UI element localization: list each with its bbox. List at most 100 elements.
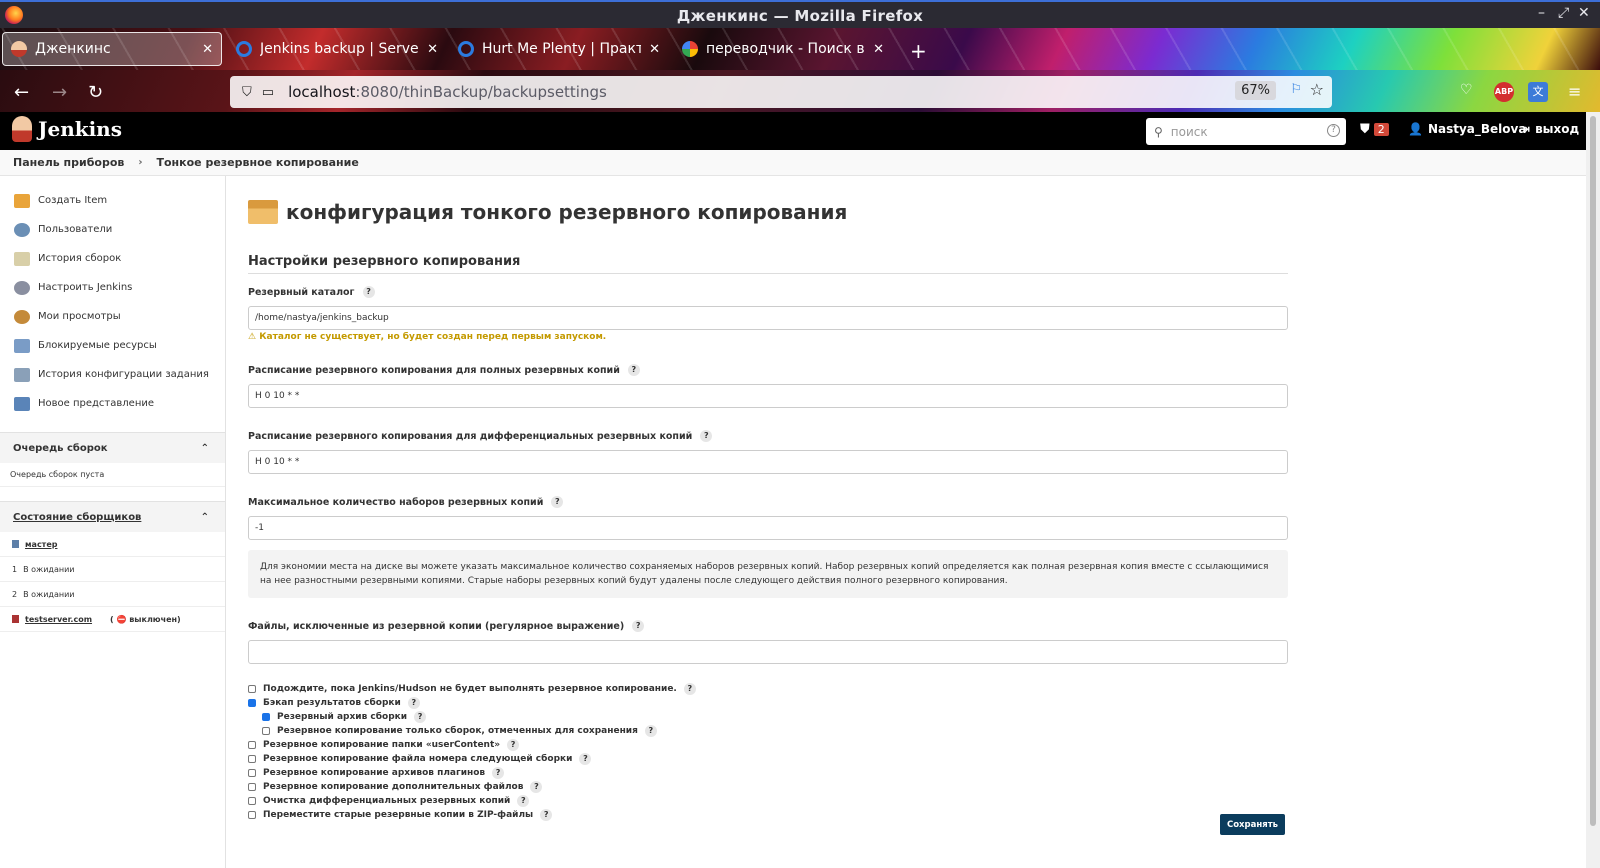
option-checkbox-row[interactable]: Резервный архив сборки? [248, 710, 1288, 724]
bookmark-star-icon[interactable]: ☆ [1310, 80, 1324, 99]
max-sets-input[interactable]: -1 [248, 516, 1288, 540]
option-checkbox-row[interactable]: Очистка дифференциальных резервных копий… [248, 794, 1288, 808]
page-info-icon[interactable]: ▭ [262, 85, 274, 100]
build-queue-header[interactable]: Очередь сборок ⌃ [0, 433, 225, 463]
sidebar-item-new-view[interactable]: Новое представление [0, 389, 225, 418]
diff-schedule-input[interactable]: H 0 10 * * [248, 450, 1288, 474]
close-tab-icon[interactable]: ✕ [202, 42, 213, 57]
alerts[interactable]: ⛊ 2 [1360, 122, 1389, 137]
maximize-icon[interactable]: ⤢ [1558, 5, 1569, 21]
option-checkbox-row[interactable]: Резервное копирование дополнительных фай… [248, 780, 1288, 794]
checkbox-unchecked[interactable] [248, 755, 256, 763]
sidebar-item-users[interactable]: Пользователи [0, 215, 225, 244]
folder-icon [14, 396, 30, 411]
tab-jenkins-backup[interactable]: Jenkins backup | Server a ✕ [228, 32, 446, 66]
sidebar-item-job-config-history[interactable]: История конфигурации задания [0, 360, 225, 389]
jenkins-logo[interactable]: Jenkins [12, 116, 122, 142]
logout-link[interactable]: ⇥ выход [1520, 122, 1579, 136]
option-checkbox-row[interactable]: Резервное копирование архивов плагинов? [248, 766, 1288, 780]
option-checkbox-row[interactable]: Резервное копирование папки «userContent… [248, 738, 1288, 752]
help-icon[interactable]: ? [414, 711, 427, 723]
search-box[interactable]: ⚲ поиск ? [1146, 118, 1346, 145]
sidebar-item-manage-jenkins[interactable]: Настроить Jenkins [0, 273, 225, 302]
new-tab-icon[interactable]: + [910, 39, 927, 63]
back-icon[interactable]: ← [14, 82, 29, 103]
executors-header[interactable]: Состояние сборщиков ⌃ [0, 502, 225, 532]
save-button[interactable]: Сохранять [1220, 814, 1285, 835]
tab-hurt-me-plenty[interactable]: Hurt Me Plenty | Практи ✕ [450, 32, 668, 66]
close-tab-icon[interactable]: ✕ [649, 42, 660, 57]
executor-master[interactable]: мастер [0, 532, 225, 557]
adblock-icon[interactable]: ABP [1494, 82, 1514, 102]
close-tab-icon[interactable]: ✕ [873, 42, 884, 57]
help-icon[interactable]: ? [362, 286, 375, 298]
tab-label: переводчик - Поиск в G [706, 41, 866, 57]
tab-jenkins[interactable]: Дженкинс ✕ [2, 32, 222, 66]
executors-title[interactable]: Состояние сборщиков [13, 512, 141, 523]
breadcrumb-dashboard[interactable]: Панель приборов [13, 156, 124, 169]
user-views-icon [14, 309, 30, 324]
help-icon[interactable]: ? [700, 430, 713, 442]
checkbox-unchecked[interactable] [248, 741, 256, 749]
help-icon[interactable]: ? [540, 809, 553, 821]
option-label: Очистка дифференциальных резервных копий [263, 796, 511, 806]
full-schedule-label-row: Расписание резервного копирования для по… [248, 364, 1288, 376]
breadcrumb-thinbackup[interactable]: Тонкое резервное копирование [156, 156, 358, 169]
full-schedule-input[interactable]: H 0 10 * * [248, 384, 1288, 408]
checkbox-checked[interactable] [262, 713, 270, 721]
backup-dir-input[interactable]: /home/nastya/jenkins_backup [248, 306, 1288, 330]
reload-icon[interactable]: ↻ [88, 82, 103, 103]
master-link[interactable]: мастер [25, 540, 57, 549]
agent-link[interactable]: testserver.com [25, 615, 92, 624]
option-checkbox-row[interactable]: Переместите старые резервные копии в ZIP… [248, 808, 1288, 822]
search-help-icon[interactable]: ? [1327, 124, 1340, 137]
zoom-level[interactable]: 67% [1235, 81, 1276, 100]
checkbox-unchecked[interactable] [248, 685, 256, 693]
close-window-icon[interactable]: ✕ [1578, 5, 1590, 21]
help-icon[interactable]: ? [517, 795, 530, 807]
tab-google-translate[interactable]: переводчик - Поиск в G ✕ [674, 32, 892, 66]
address-bar[interactable]: ⛉ ▭ localhost:8080/thinBackup/backupsett… [230, 76, 1332, 108]
menu-icon[interactable]: ≡ [1568, 82, 1588, 102]
help-icon[interactable]: ? [492, 767, 505, 779]
collapse-icon[interactable]: ⌃ [201, 443, 209, 454]
option-checkbox-row[interactable]: Подождите, пока Jenkins/Hudson не будет … [248, 682, 1288, 696]
help-icon[interactable]: ? [551, 496, 564, 508]
sidebar-item-build-history[interactable]: История сборок [0, 244, 225, 273]
tab-label: Дженкинс [35, 41, 111, 57]
checkbox-unchecked[interactable] [248, 811, 256, 819]
minimize-icon[interactable]: – [1538, 5, 1545, 21]
option-checkbox-row[interactable]: Бэкап результатов сборки? [248, 696, 1288, 710]
help-icon[interactable]: ? [530, 781, 543, 793]
shield-icon[interactable]: ⛉ [242, 85, 252, 100]
search-input[interactable]: поиск [1171, 125, 1208, 139]
help-icon[interactable]: ? [507, 739, 520, 751]
forward-icon[interactable]: → [52, 82, 67, 103]
translate-icon[interactable]: ⚐ [1290, 82, 1302, 97]
scrollbar-thumb[interactable] [1590, 116, 1596, 826]
checkbox-unchecked[interactable] [248, 783, 256, 791]
help-icon[interactable]: ? [644, 725, 657, 737]
help-icon[interactable]: ? [407, 697, 420, 709]
user-link[interactable]: 👤 Nastya_Belova [1408, 122, 1526, 136]
exclude-input[interactable] [248, 640, 1288, 664]
sidebar-item-new-item[interactable]: Создать Item [0, 186, 225, 215]
user-name: Nastya_Belova [1427, 122, 1527, 136]
sidebar-item-lockable-resources[interactable]: Блокируемые ресурсы [0, 331, 225, 360]
checkbox-unchecked[interactable] [248, 769, 256, 777]
help-icon[interactable]: ? [632, 620, 645, 632]
checkbox-unchecked[interactable] [262, 727, 270, 735]
help-icon[interactable]: ? [683, 683, 696, 695]
scrollbar[interactable] [1586, 112, 1600, 868]
collapse-icon[interactable]: ⌃ [201, 512, 209, 523]
help-icon[interactable]: ? [627, 364, 640, 376]
option-checkbox-row[interactable]: Резервное копирование файла номера следу… [248, 752, 1288, 766]
sidebar-item-my-views[interactable]: Мои просмотры [0, 302, 225, 331]
translate-extension-icon[interactable]: 文 [1528, 82, 1548, 102]
pocket-icon[interactable]: ♡ [1460, 82, 1480, 102]
help-icon[interactable]: ? [579, 753, 592, 765]
checkbox-checked[interactable] [248, 699, 256, 707]
checkbox-unchecked[interactable] [248, 797, 256, 805]
close-tab-icon[interactable]: ✕ [427, 42, 438, 57]
option-checkbox-row[interactable]: Резервное копирование только сборок, отм… [248, 724, 1288, 738]
